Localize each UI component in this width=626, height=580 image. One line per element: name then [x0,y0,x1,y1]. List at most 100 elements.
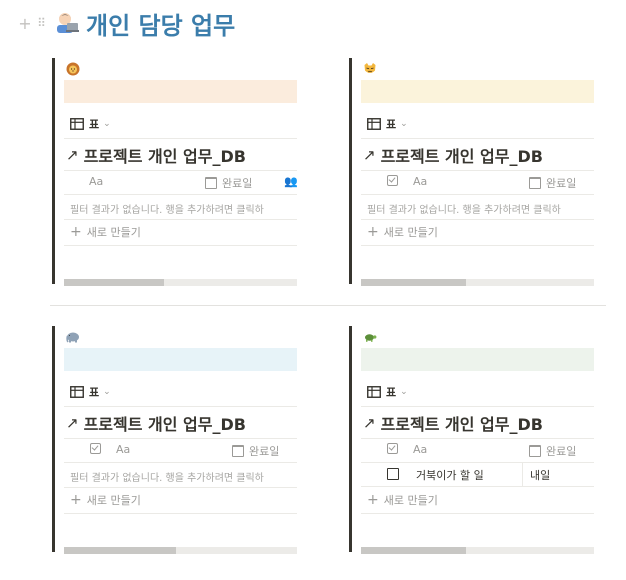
divider [361,462,594,463]
divider [64,245,297,246]
column-header-date[interactable]: 완료일 [529,443,576,459]
row-name-cell[interactable]: 거북이가 할 일 [416,467,484,483]
new-row-label: 새로 만들기 [383,226,438,239]
divider [64,462,297,463]
view-label: 표 [386,118,397,131]
callout-color-block [64,80,297,103]
checkbox-column-icon [387,443,398,454]
elephant-emoji-icon [66,332,79,343]
scrollbar-thumb[interactable] [64,279,164,286]
section-cat: 표 ⌄ ↗ 프로젝트 개인 업무_DB Aa 완료일 필터 결과가 없습니다. … [349,58,599,286]
horizontal-scrollbar[interactable] [361,547,594,554]
calendar-icon [205,177,217,189]
people-icon: 👥 [284,175,298,188]
cell-separator [522,462,523,486]
scrollbar-thumb[interactable] [361,547,466,554]
database-title-text: 프로젝트 개인 업무_DB [380,147,543,166]
table-row[interactable]: 거북이가 할 일 내일 [361,462,594,486]
calendar-icon [529,445,541,457]
table-header-row: Aa 완료일 [64,438,297,462]
add-block-icon[interactable]: + [18,14,32,33]
divider [64,406,297,407]
callout-color-block [361,80,594,103]
view-switcher[interactable]: 표 ⌄ [70,382,111,402]
column-header-date[interactable]: 완료일 [232,443,279,459]
divider [64,219,297,220]
divider [361,513,594,514]
link-arrow-icon: ↗ [66,414,79,432]
checkbox-column-icon [90,443,101,454]
view-label: 표 [386,386,397,399]
name-column-label: Aa [89,175,104,188]
new-row-label: 새로 만들기 [86,494,141,507]
horizontal-scrollbar[interactable] [64,279,297,286]
drag-handle-icon[interactable]: ⠿ [34,16,48,30]
database-title[interactable]: ↗ 프로젝트 개인 업무_DB [66,143,246,167]
technologist-emoji-icon [57,13,79,33]
empty-message[interactable]: 필터 결과가 없습니다. 행을 추가하려면 클릭하 [70,201,299,216]
plus-icon: + [70,492,82,508]
divider [64,194,297,195]
view-label: 표 [89,386,100,399]
table-icon [70,386,84,398]
new-row-button[interactable]: + 새로 만들기 [367,492,438,508]
callout-color-block [361,348,594,371]
plus-icon: + [367,224,379,240]
divider [361,194,594,195]
scrollbar-thumb[interactable] [361,279,466,286]
row-checkbox[interactable] [387,468,399,480]
name-column-label: Aa [413,443,428,456]
new-row-button[interactable]: + 새로 만들기 [70,492,141,508]
name-column-label: Aa [116,443,131,456]
database-title[interactable]: ↗ 프로젝트 개인 업무_DB [363,411,543,435]
column-header-name[interactable]: Aa [89,175,103,188]
column-header-checkbox[interactable] [387,443,403,454]
new-row-button[interactable]: + 새로 만들기 [70,224,141,240]
plus-icon: + [367,492,379,508]
horizontal-scrollbar[interactable] [64,547,297,554]
empty-message[interactable]: 필터 결과가 없습니다. 행을 추가하려면 클릭하 [367,201,596,216]
divider [361,245,594,246]
lion-emoji-icon [66,62,80,76]
divider [64,513,297,514]
link-arrow-icon: ↗ [363,414,376,432]
view-switcher[interactable]: 표 ⌄ [367,382,408,402]
view-switcher[interactable]: 표 ⌄ [70,114,111,134]
table-header-row: Aa 완료일 [361,170,594,194]
calendar-icon [529,177,541,189]
table-icon [367,118,381,130]
divider [361,138,594,139]
column-header-checkbox[interactable] [90,443,106,454]
row-date-cell[interactable]: 내일 [530,467,550,483]
quote-bar [349,326,352,552]
turtle-emoji-icon [365,334,377,342]
chevron-down-icon: ⌄ [400,119,408,129]
database-title[interactable]: ↗ 프로젝트 개인 업무_DB [363,143,543,167]
view-switcher[interactable]: 표 ⌄ [367,114,408,134]
database-title-text: 프로젝트 개인 업무_DB [83,147,246,166]
column-header-date[interactable]: 완료일 [205,175,252,191]
link-arrow-icon: ↗ [66,146,79,164]
column-header-name[interactable]: Aa [413,175,427,188]
column-header-name[interactable]: Aa [116,443,130,456]
scrollbar-thumb[interactable] [64,547,176,554]
database-title[interactable]: ↗ 프로젝트 개인 업무_DB [66,411,246,435]
empty-message[interactable]: 필터 결과가 없습니다. 행을 추가하려면 클릭하 [70,469,299,484]
column-header-checkbox[interactable] [387,175,403,186]
horizontal-scrollbar[interactable] [361,279,594,286]
callout-color-block [64,348,297,371]
column-header-name[interactable]: Aa [413,443,427,456]
chevron-down-icon: ⌄ [103,119,111,129]
new-row-button[interactable]: + 새로 만들기 [367,224,438,240]
divider [64,138,297,139]
column-header-date[interactable]: 완료일 [529,175,576,191]
divider [361,486,594,487]
table-icon [70,118,84,130]
date-column-label: 완료일 [249,445,280,458]
column-header-people[interactable]: 👥 [284,175,298,188]
quote-bar [52,58,55,284]
section-lion: 표 ⌄ ↗ 프로젝트 개인 업무_DB Aa 완료일 👥 필터 결과가 없습니다… [52,58,302,286]
divider [64,438,297,439]
database-title-text: 프로젝트 개인 업무_DB [83,415,246,434]
quote-bar [349,58,352,284]
